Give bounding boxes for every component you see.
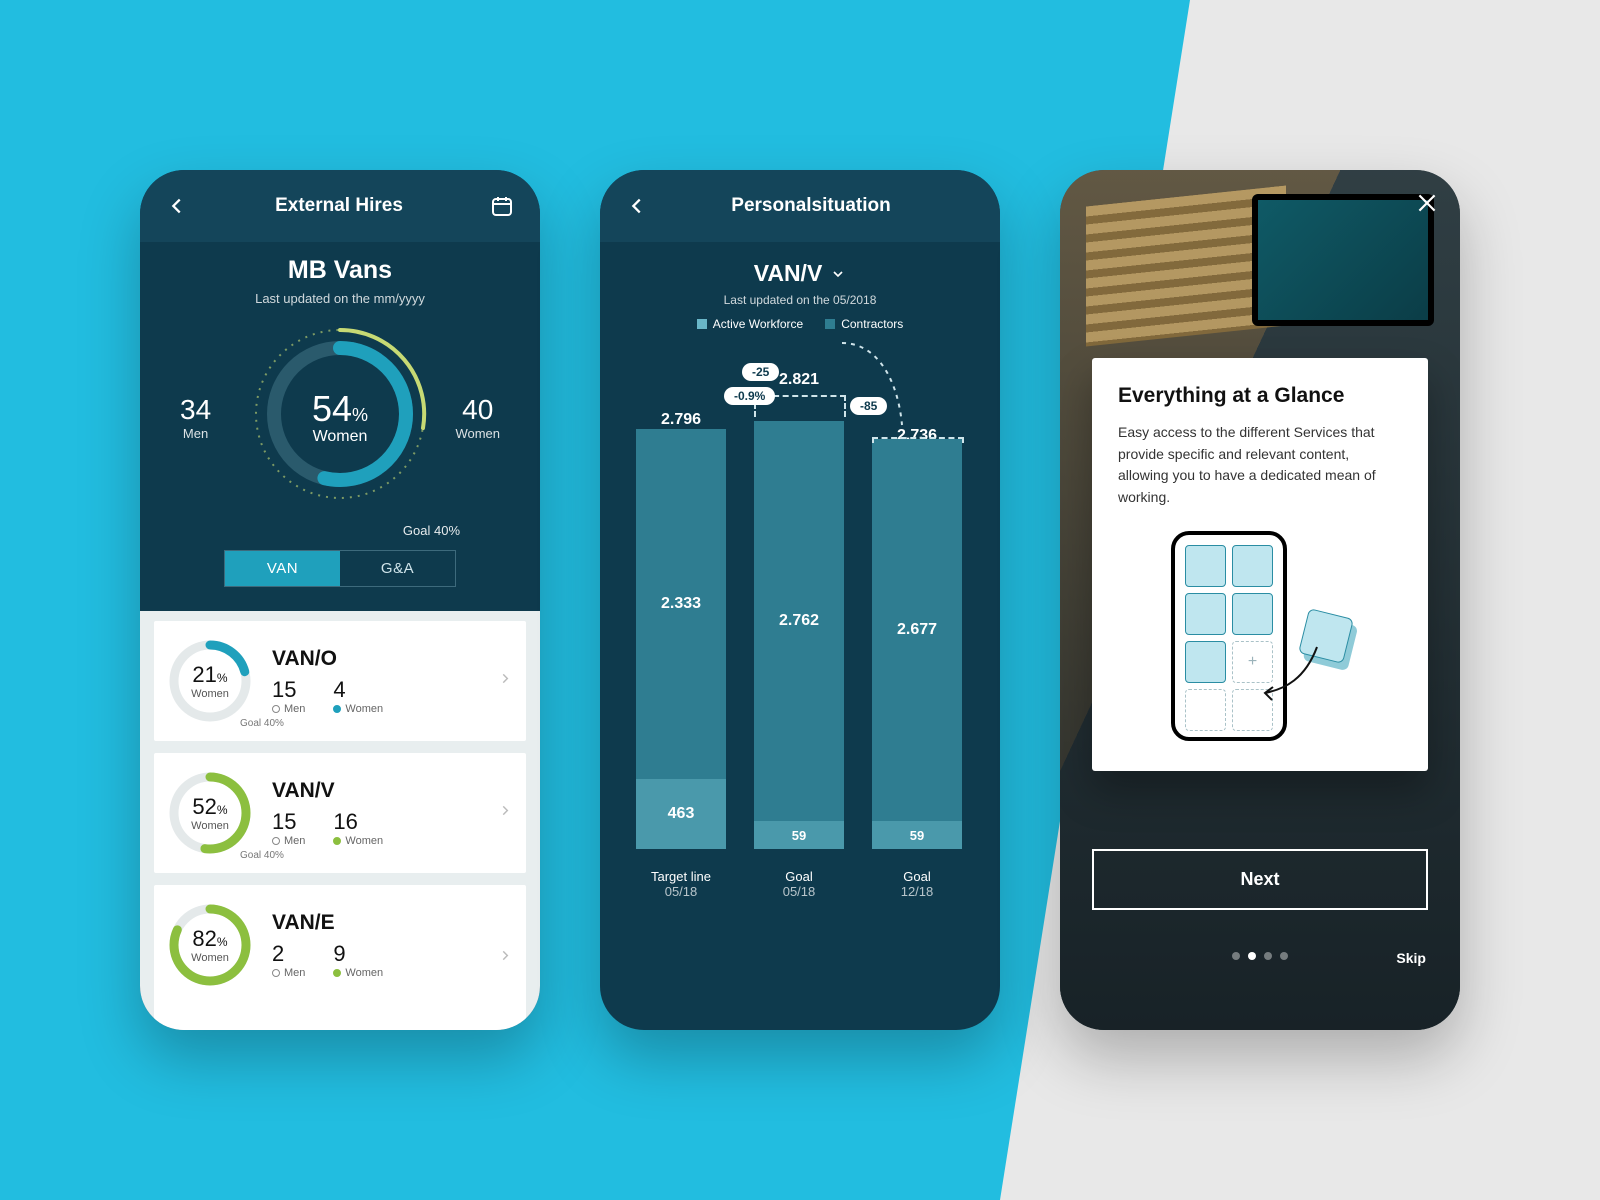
men-label: Men bbox=[180, 426, 211, 441]
calendar-icon[interactable] bbox=[490, 194, 514, 218]
unit-card[interactable]: 21%Women Goal 40% VAN/O 15Men 4Women bbox=[154, 621, 526, 741]
unit-card[interactable]: 82%Women VAN/E 2Men 9Women bbox=[154, 885, 526, 1030]
onboarding-illustration: + bbox=[1118, 531, 1402, 741]
screen-personalsituation: Personalsituation VAN/V Last updated on … bbox=[600, 170, 1000, 1030]
women-count: 40 bbox=[455, 394, 500, 426]
back-icon[interactable] bbox=[166, 195, 188, 217]
page-dots bbox=[1232, 952, 1288, 960]
onboarding-card: Everything at a Glance Easy access to th… bbox=[1092, 358, 1428, 771]
unit-card[interactable]: 52%Women Goal 40% VAN/V 15Men 16Women bbox=[154, 753, 526, 873]
segmented-control: VAN G&A bbox=[224, 550, 456, 587]
unit-picker[interactable]: VAN/V bbox=[754, 260, 847, 287]
unit-title: VAN/V bbox=[272, 779, 383, 803]
chart-legend: Active Workforce Contractors bbox=[600, 317, 1000, 331]
women-label: Women bbox=[455, 426, 500, 441]
appbar: External Hires bbox=[140, 170, 540, 242]
chevron-right-icon bbox=[498, 800, 512, 827]
gauge-value: 54 bbox=[312, 388, 352, 429]
unit-list: 21%Women Goal 40% VAN/O 15Men 4Women bbox=[140, 611, 540, 1030]
segment-gna[interactable]: G&A bbox=[340, 551, 455, 586]
goal-caption: Goal 40% bbox=[403, 523, 460, 538]
gender-gauge: 34 Men 40 Women bbox=[140, 324, 540, 532]
chevron-right-icon bbox=[498, 668, 512, 695]
gauge-label: Women bbox=[312, 428, 368, 446]
unit-title: VAN/O bbox=[272, 647, 383, 671]
screen-onboarding: Everything at a Glance Easy access to th… bbox=[1060, 170, 1460, 1030]
men-count: 34 bbox=[180, 394, 211, 426]
section-title: MB Vans bbox=[140, 256, 540, 285]
onboarding-title: Everything at a Glance bbox=[1118, 384, 1402, 408]
appbar: Personalsituation bbox=[600, 170, 1000, 242]
updated-caption: Last updated on the mm/yyyy bbox=[140, 291, 540, 306]
screen-external-hires: External Hires MB Vans Last updated on t… bbox=[140, 170, 540, 1030]
close-icon[interactable] bbox=[1414, 190, 1440, 223]
onboarding-body: Easy access to the different Services th… bbox=[1118, 422, 1402, 509]
next-button[interactable]: Next bbox=[1092, 849, 1428, 910]
skip-link[interactable]: Skip bbox=[1396, 950, 1426, 966]
unit-title: VAN/E bbox=[272, 911, 383, 935]
segment-van[interactable]: VAN bbox=[225, 551, 340, 586]
chevron-down-icon bbox=[830, 266, 846, 282]
stacked-bar-chart: 2.796 2.333 463 2.821 2.762 59 bbox=[624, 369, 976, 909]
appbar-title: External Hires bbox=[275, 195, 403, 217]
delta-badge: -0.9% bbox=[724, 387, 775, 405]
delta-badge: -25 bbox=[742, 363, 779, 381]
back-icon[interactable] bbox=[626, 195, 648, 217]
chevron-right-icon bbox=[498, 945, 512, 972]
updated-caption: Last updated on the 05/2018 bbox=[600, 293, 1000, 307]
appbar-title: Personalsituation bbox=[648, 195, 974, 217]
